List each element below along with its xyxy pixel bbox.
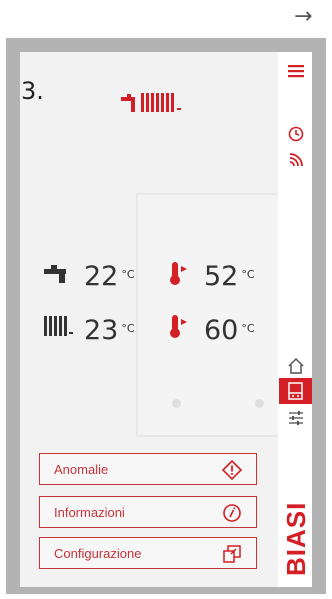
dhw-flow-temperature: 52 °C	[204, 263, 255, 291]
heating-flow-temperature-unit: °C	[241, 322, 255, 335]
heating-flow-temperature-value: 60	[204, 315, 239, 346]
heating-temperature-unit: °C	[121, 322, 135, 335]
dhw-flow-temperature-unit: °C	[241, 268, 255, 281]
info-icon	[223, 504, 241, 522]
step-label: 3.	[21, 77, 44, 105]
boiler-indicator-dot	[172, 399, 181, 408]
anomalie-button[interactable]: Anomalie	[39, 453, 257, 485]
dhw-temperature-value: 22	[84, 261, 119, 292]
boiler-icon	[288, 382, 303, 400]
heating-temperature: 23 °C	[84, 317, 135, 345]
tap-radiator-icon	[121, 93, 181, 112]
thermometer-icon	[170, 262, 187, 285]
heating-temperature-value: 23	[84, 315, 119, 346]
tap-icon	[44, 265, 66, 283]
dhw-temperature-unit: °C	[121, 268, 135, 281]
configurazione-button[interactable]: Configurazione	[39, 537, 257, 569]
dhw-flow-temperature-value: 52	[204, 261, 239, 292]
dhw-temperature: 22 °C	[84, 263, 135, 291]
boiler-indicator-dot	[255, 399, 264, 408]
heating-flow-temperature: 60 °C	[204, 317, 255, 345]
configuration-icon	[223, 545, 241, 563]
hamburger-menu-icon[interactable]	[287, 62, 305, 80]
forward-arrow-icon[interactable]: →	[294, 6, 322, 28]
warning-diamond-icon	[222, 460, 242, 480]
boiler-tab-active[interactable]	[279, 378, 312, 404]
thermometer-icon	[170, 315, 187, 338]
biasi-logo: BIASI	[281, 502, 311, 576]
informazioni-button[interactable]: Informazioni	[39, 496, 257, 528]
radiator-icon	[44, 316, 73, 336]
informazioni-label: Informazioni	[54, 505, 125, 520]
anomalie-label: Anomalie	[54, 462, 109, 477]
biasi-logo-text: BIASI	[281, 502, 311, 576]
wifi-signal-icon[interactable]	[287, 151, 305, 169]
configurazione-label: Configurazione	[54, 546, 142, 561]
settings-sliders-icon[interactable]	[287, 409, 305, 427]
clock-icon[interactable]	[287, 125, 305, 143]
home-icon[interactable]	[287, 357, 305, 375]
